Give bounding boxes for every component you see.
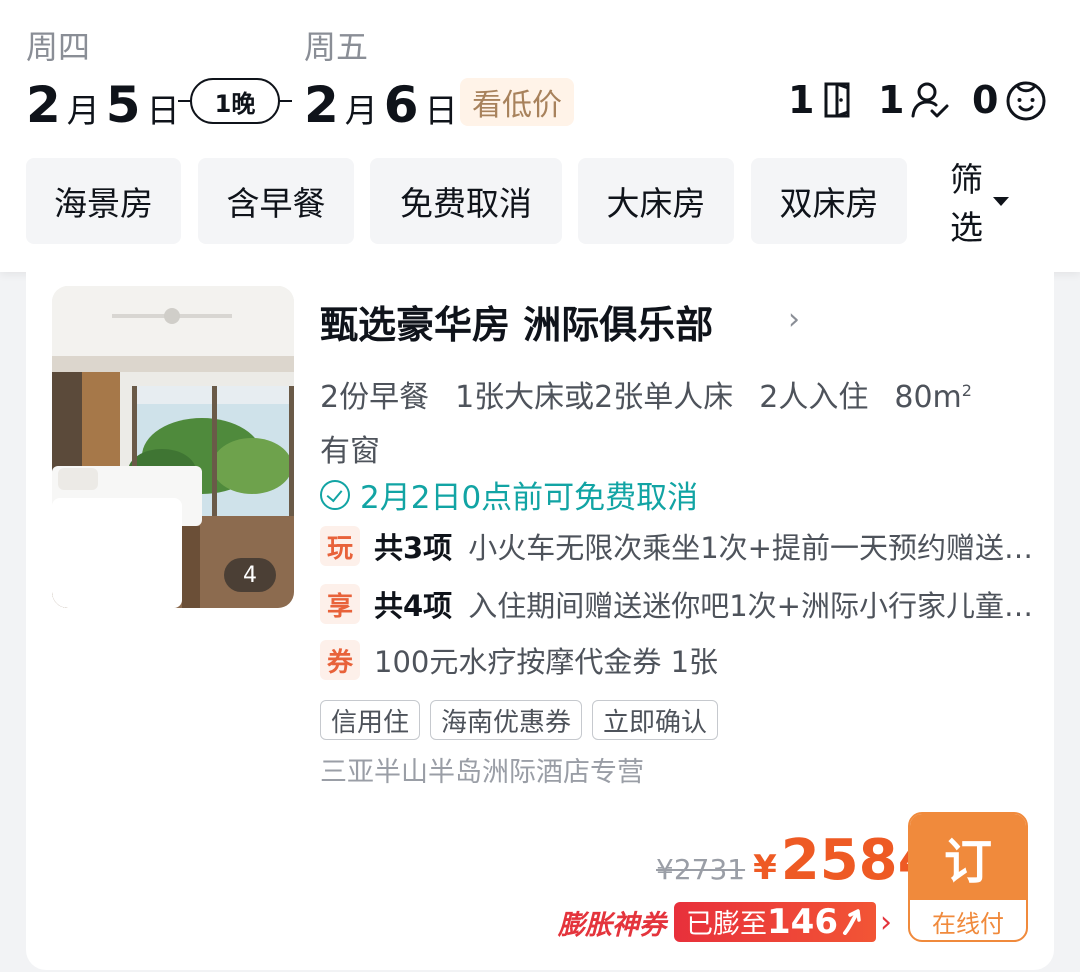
tag-credit-stay: 信用住 — [320, 700, 421, 740]
room-area-value: 80m — [894, 380, 962, 415]
coupon-row[interactable]: 膨胀神券 已膨至 146 › — [558, 902, 892, 942]
coupon-badge: 已膨至 146 — [674, 902, 876, 942]
door-icon — [824, 82, 850, 118]
checkin-month: 2 — [26, 76, 61, 134]
adult-icon — [911, 82, 949, 118]
rooms-count[interactable]: 1 — [788, 76, 854, 124]
caret-down-icon — [993, 196, 1009, 206]
perk-tag: 券 — [320, 640, 360, 680]
book-button-sublabel: 在线付 — [932, 909, 1004, 938]
filter-chip-breakfast[interactable]: 含早餐 — [198, 158, 354, 244]
room-window: 有窗 — [320, 434, 380, 469]
room-area: 80m2 — [894, 380, 972, 415]
perk-count: 共4项 — [374, 589, 453, 623]
filter-button-label: 筛选 — [950, 160, 983, 247]
children-count[interactable]: 0 — [972, 76, 1048, 124]
checkout-month-unit: 月 — [344, 91, 378, 130]
tag-instant-confirm: 立即确认 — [592, 700, 719, 740]
filter-button[interactable]: 筛选 — [950, 158, 1009, 247]
store-name: 三亚半山半岛洲际酒店专营 — [320, 757, 644, 788]
checkout-weekday: 周五 — [304, 28, 369, 66]
currency-symbol: ¥ — [753, 848, 777, 888]
perk-text: 小火车无限次乘坐1次+提前一天预约赠送… — [468, 531, 1033, 565]
room-area-unit-sup: 2 — [961, 381, 972, 400]
perk-count: 共3项 — [374, 531, 453, 565]
photo-count-badge: 4 — [224, 558, 276, 592]
checkout-day: 6 — [383, 76, 419, 134]
checkin-day-unit: 日 — [146, 91, 180, 130]
nights-count: 1晚 — [190, 78, 280, 124]
cancel-policy-text: 2月2日0点前可免费取消 — [360, 480, 699, 516]
perk-enjoy[interactable]: 享 共4项 入住期间赠送迷你吧1次+洲际小行家儿童… — [320, 584, 1038, 624]
rooms-number: 1 — [788, 78, 815, 122]
adults-count[interactable]: 1 — [878, 76, 950, 124]
checkout-date[interactable]: 2 月 6 日 — [304, 76, 464, 134]
room-bed: 1张大床或2张单人床 — [455, 380, 734, 415]
filter-chip-free-cancel[interactable]: 免费取消 — [370, 158, 562, 244]
chevron-right-icon: › — [879, 904, 892, 940]
checkin-day: 5 — [105, 76, 141, 134]
checkin-month-unit: 月 — [66, 91, 100, 130]
room-card[interactable]: 4 甄选豪华房 洲际俱乐部 › 2份早餐 1张大床或2张单人床 2人入住 80m2 有… — [26, 272, 1054, 970]
room-info: 2份早餐 1张大床或2张单人床 2人入住 80m2 有窗 — [320, 364, 1040, 479]
low-price-button[interactable]: 看低价 — [460, 78, 574, 126]
nights-line-right — [278, 100, 292, 102]
coupon-prefix: 已膨至 — [686, 909, 767, 940]
perk-voucher[interactable]: 券 100元水疗按摩代金券 1张 — [320, 640, 944, 680]
book-button-label: 订 — [910, 814, 1026, 900]
chevron-right-icon[interactable]: › — [788, 302, 800, 337]
perk-text: 入住期间赠送迷你吧1次+洲际小行家儿童… — [468, 589, 1033, 623]
filter-chip-king-bed[interactable]: 大床房 — [578, 158, 734, 244]
cancel-policy: 2月2日0点前可免费取消 — [320, 472, 698, 517]
check-circle-icon — [320, 479, 350, 510]
room-photo[interactable]: 4 — [52, 286, 294, 608]
checkout-month: 2 — [304, 76, 339, 134]
child-icon — [1006, 81, 1046, 121]
nights-indicator: 1晚 — [178, 78, 292, 124]
original-price: ¥2731 — [656, 853, 746, 886]
checkin-date[interactable]: 2 月 5 日 — [26, 76, 186, 134]
coupon-value: 146 — [767, 902, 838, 942]
room-guests: 2人入住 — [759, 380, 869, 415]
search-header: 周四 周五 2 月 5 日 1晚 2 月 6 日 看低价 1 1 0 海景房 含… — [0, 0, 1080, 272]
room-tags: 信用住 海南优惠券 立即确认 — [320, 700, 719, 740]
coupon-label: 膨胀神券 — [558, 909, 666, 941]
children-number: 0 — [972, 78, 999, 122]
checkin-weekday: 周四 — [26, 28, 91, 66]
trend-up-icon — [842, 909, 861, 935]
filter-chip-sea-view[interactable]: 海景房 — [26, 158, 181, 244]
perk-tag: 玩 — [320, 526, 360, 566]
price-row: ¥2731 ¥ 2584 — [656, 828, 937, 893]
perk-text: 100元水疗按摩代金券 1张 — [374, 645, 719, 679]
filter-chip-twin-bed[interactable]: 双床房 — [751, 158, 907, 244]
book-button[interactable]: 订 在线付 — [908, 812, 1028, 942]
tag-hainan-coupon: 海南优惠券 — [430, 700, 583, 740]
room-breakfast: 2份早餐 — [320, 380, 430, 415]
perk-play[interactable]: 玩 共3项 小火车无限次乘坐1次+提前一天预约赠送… — [320, 526, 1038, 566]
room-title[interactable]: 甄选豪华房 洲际俱乐部 — [320, 294, 713, 349]
checkout-day-unit: 日 — [424, 91, 458, 130]
perk-tag: 享 — [320, 584, 360, 624]
adults-number: 1 — [878, 78, 905, 122]
